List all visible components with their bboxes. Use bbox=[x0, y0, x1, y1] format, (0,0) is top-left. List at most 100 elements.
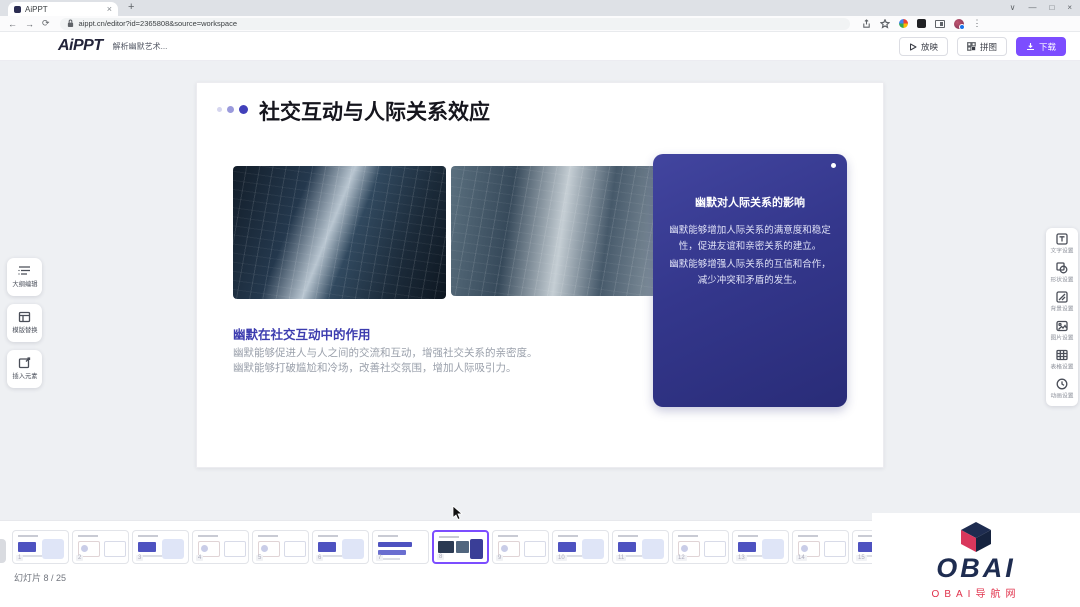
window-close-icon[interactable]: × bbox=[1067, 4, 1072, 12]
profile-avatar[interactable] bbox=[954, 19, 964, 29]
window-controls: ∨ — □ × bbox=[1010, 0, 1072, 16]
aippt-logo: AiPPT bbox=[58, 37, 103, 55]
left-tool-panel: 大纲编辑 模版替换 插入元素 bbox=[7, 258, 42, 388]
slide-thumbnail-8[interactable]: 8 bbox=[432, 530, 489, 564]
slide-canvas[interactable]: 社交互动与人际关系效应 幽默对人际关系的影响 幽默能够增加人际关系的满意度和稳定… bbox=[196, 82, 884, 468]
shape-settings-label: 形状设置 bbox=[1051, 276, 1074, 284]
mouse-cursor bbox=[452, 505, 464, 521]
info-card[interactable]: 幽默对人际关系的影响 幽默能够增加人际关系的满意度和稳定性，促进友谊和亲密关系的… bbox=[653, 154, 847, 407]
url-text: aippt.cn/editor?id=2365808&source=worksp… bbox=[79, 19, 237, 28]
puzzle-icon bbox=[967, 42, 976, 51]
title-decoration-dots bbox=[217, 105, 248, 114]
slide-thumbnail-13[interactable]: 13 bbox=[732, 530, 789, 564]
slide-thumbnail-3[interactable]: 3 bbox=[132, 530, 189, 564]
reload-icon[interactable]: ⟳ bbox=[42, 18, 50, 29]
extension-dark-icon[interactable] bbox=[917, 19, 926, 28]
section-heading[interactable]: 幽默在社交互动中的作用 bbox=[233, 324, 371, 343]
background-settings-label: 背景设置 bbox=[1051, 305, 1074, 313]
tab-title: AiPPT bbox=[25, 5, 103, 14]
slide-thumbnail-1[interactable]: 1 bbox=[12, 530, 69, 564]
image-settings-label: 图片设置 bbox=[1051, 334, 1074, 342]
outline-edit-button[interactable]: 大纲编辑 bbox=[7, 258, 42, 296]
card-title: 幽默对人际关系的影响 bbox=[653, 194, 847, 210]
address-input[interactable]: aippt.cn/editor?id=2365808&source=worksp… bbox=[60, 18, 850, 30]
extension-color-icon[interactable] bbox=[899, 19, 908, 28]
section-line2[interactable]: 幽默能够打破尴尬和冷场，改善社交氛围，增加人际吸引力。 bbox=[233, 360, 517, 375]
browser-tab[interactable]: AiPPT × bbox=[8, 2, 118, 16]
text-icon bbox=[1056, 233, 1068, 245]
animation-settings-label: 动画设置 bbox=[1051, 392, 1074, 400]
slide-thumbnail-14[interactable]: 14 bbox=[792, 530, 849, 564]
download-icon bbox=[1026, 42, 1035, 51]
building-photo-left[interactable] bbox=[233, 166, 446, 299]
slide-thumbnail-5[interactable]: 5 bbox=[252, 530, 309, 564]
slide-thumbnail-6[interactable]: 6 bbox=[312, 530, 369, 564]
puzzle-button[interactable]: 拼图 bbox=[957, 37, 1007, 56]
download-button[interactable]: 下载 bbox=[1016, 37, 1066, 56]
card-body-line2: 幽默能够增强人际关系的互信和合作，减少冲突和矛盾的发生。 bbox=[666, 257, 834, 289]
building-photo-right[interactable] bbox=[451, 166, 663, 296]
forward-icon[interactable]: → bbox=[25, 19, 34, 29]
app-toolbar: AiPPT 解析幽默艺术... 放映 拼图 bbox=[0, 32, 1080, 61]
download-label: 下载 bbox=[1039, 41, 1056, 53]
lock-icon bbox=[67, 19, 74, 28]
shape-settings-button[interactable]: 形状设置 bbox=[1046, 262, 1078, 285]
slide-thumbnail-10[interactable]: 10 bbox=[552, 530, 609, 564]
card-body: 幽默能够增加人际关系的满意度和稳定性，促进友谊和亲密关系的建立。 幽默能够增强人… bbox=[666, 223, 834, 290]
play-icon bbox=[909, 43, 917, 51]
toolbar-actions: 放映 拼图 下载 bbox=[899, 37, 1066, 56]
insert-element-button[interactable]: 插入元素 bbox=[7, 350, 42, 388]
screen: AiPPT × + ∨ — □ × ← → ⟳ aippt.cn/editor?… bbox=[0, 0, 1080, 607]
window-minimize-icon[interactable]: — bbox=[1028, 4, 1036, 12]
browser-menu-icon[interactable]: ⋮ bbox=[973, 18, 982, 29]
clock-icon bbox=[1056, 378, 1068, 390]
present-button[interactable]: 放映 bbox=[899, 37, 948, 56]
editor-canvas: 大纲编辑 模版替换 插入元素 文字设置 bbox=[0, 61, 1080, 520]
slide-thumbnail-12[interactable]: 12 bbox=[672, 530, 729, 564]
right-tool-panel: 文字设置 形状设置 背景设置 图片设置 bbox=[1046, 228, 1078, 406]
dot-large bbox=[239, 105, 248, 114]
text-settings-button[interactable]: 文字设置 bbox=[1046, 233, 1078, 256]
split-screen-icon[interactable] bbox=[935, 20, 945, 28]
document-title[interactable]: 解析幽默艺术... bbox=[113, 41, 168, 52]
table-icon bbox=[1056, 349, 1068, 361]
obai-subtitle: OBAI导航网 bbox=[932, 585, 1021, 600]
template-replace-button[interactable]: 模版替换 bbox=[7, 304, 42, 342]
aippt-favicon bbox=[14, 6, 21, 13]
obai-logo-text: OBAI bbox=[936, 555, 1016, 582]
filmstrip-thumbnails: 123456789101112131415 bbox=[12, 530, 909, 564]
slide-thumbnail-9[interactable]: 9 bbox=[492, 530, 549, 564]
animation-settings-button[interactable]: 动画设置 bbox=[1046, 378, 1078, 401]
outline-edit-label: 大纲编辑 bbox=[12, 280, 37, 289]
filmstrip-scroll-left[interactable] bbox=[0, 539, 6, 563]
section-line1[interactable]: 幽默能够促进人与人之间的交流和互动，增强社交关系的亲密度。 bbox=[233, 345, 538, 360]
bookmark-star-icon[interactable] bbox=[880, 19, 890, 29]
slide-counter: 幻灯片 8 / 25 bbox=[14, 571, 66, 584]
window-chevron-icon[interactable]: ∨ bbox=[1010, 4, 1016, 12]
insert-icon bbox=[18, 357, 31, 369]
obai-watermark: OBAI OBAI导航网 bbox=[872, 513, 1080, 607]
puzzle-label: 拼图 bbox=[980, 41, 997, 53]
dot-medium bbox=[227, 106, 234, 113]
slide-thumbnail-4[interactable]: 4 bbox=[192, 530, 249, 564]
outline-icon bbox=[18, 265, 31, 277]
browser-action-icons: ⋮ bbox=[862, 18, 982, 29]
slide-thumbnail-7[interactable]: 7 bbox=[372, 530, 429, 564]
image-icon bbox=[1056, 320, 1068, 332]
obai-cube-icon bbox=[958, 521, 994, 553]
image-settings-button[interactable]: 图片设置 bbox=[1046, 320, 1078, 343]
text-settings-label: 文字设置 bbox=[1051, 247, 1074, 255]
tab-close-icon[interactable]: × bbox=[107, 5, 112, 14]
back-icon[interactable]: ← bbox=[8, 19, 17, 29]
new-tab-button[interactable]: + bbox=[128, 1, 134, 13]
background-settings-button[interactable]: 背景设置 bbox=[1046, 291, 1078, 314]
slide-title[interactable]: 社交互动与人际关系效应 bbox=[259, 96, 490, 126]
window-maximize-icon[interactable]: □ bbox=[1049, 4, 1054, 12]
share-icon[interactable] bbox=[862, 19, 871, 29]
table-settings-button[interactable]: 表格设置 bbox=[1046, 349, 1078, 372]
card-corner-dot bbox=[831, 163, 836, 168]
background-icon bbox=[1056, 291, 1068, 303]
slide-thumbnail-2[interactable]: 2 bbox=[72, 530, 129, 564]
browser-url-bar: ← → ⟳ aippt.cn/editor?id=2365808&source=… bbox=[0, 16, 1080, 32]
slide-thumbnail-11[interactable]: 11 bbox=[612, 530, 669, 564]
